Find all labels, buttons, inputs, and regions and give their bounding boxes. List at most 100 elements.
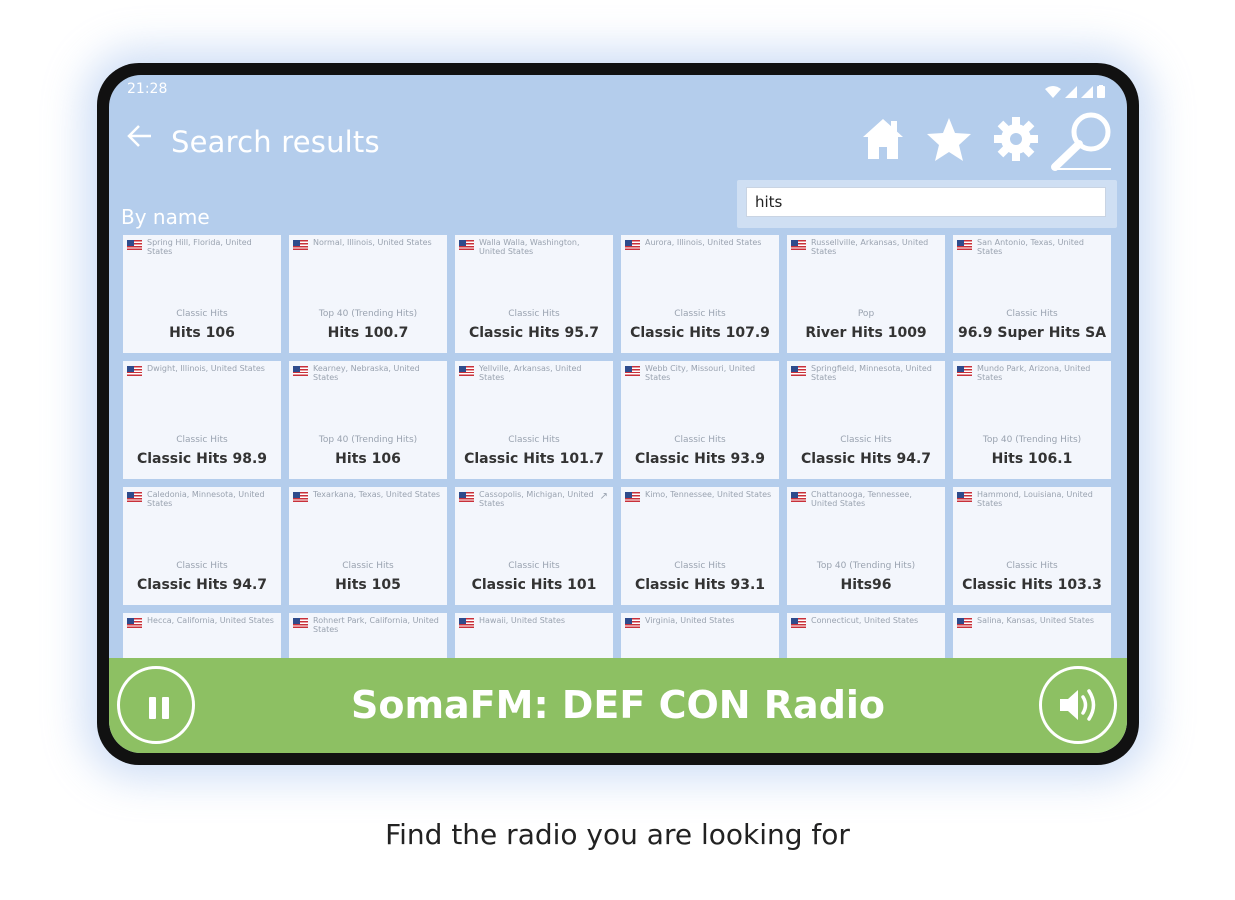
station-name: Classic Hits 101 <box>471 577 597 593</box>
station-location: Rohnert Park, California, United States <box>313 616 439 634</box>
star-icon[interactable] <box>924 115 974 167</box>
station-card[interactable]: Yellville, Arkansas, United States Classi… <box>455 361 613 479</box>
stations-grid: Spring Hill, Florida, United States Class… <box>123 235 1113 668</box>
station-location: Spring Hill, Florida, United States <box>147 238 252 256</box>
app-bar: Search results <box>109 105 1127 175</box>
home-icon[interactable] <box>861 115 905 167</box>
us-flag-icon <box>459 618 474 628</box>
us-flag-icon <box>459 366 474 376</box>
station-card[interactable]: Aurora, Illinois, United States Classic H… <box>621 235 779 353</box>
station-location: Russellville, Arkansas, United States <box>811 238 929 256</box>
us-flag-icon <box>791 618 806 628</box>
station-genre: Classic Hits <box>674 309 726 319</box>
station-name: Classic Hits 94.7 <box>800 451 932 467</box>
station-card[interactable]: Cassopolis, Michigan, United States Class… <box>455 487 613 605</box>
station-location: Webb City, Missouri, United States <box>645 364 756 382</box>
station-name: Hits 100.7 <box>327 325 409 341</box>
us-flag-icon <box>625 240 640 250</box>
station-genre: Classic Hits <box>840 435 892 445</box>
station-location: Normal, Illinois, United States <box>313 238 432 247</box>
status-icons <box>1045 83 1105 102</box>
us-flag-icon <box>127 240 142 250</box>
us-flag-icon <box>957 618 972 628</box>
station-name: Classic Hits 101.7 <box>464 451 604 467</box>
station-name: Hits 106 <box>335 451 401 467</box>
us-flag-icon <box>957 492 972 502</box>
station-name: Classic Hits 107.9 <box>630 325 770 341</box>
player-bar: SomaFM: DEF CON Radio <box>109 658 1127 753</box>
wifi-icon <box>1045 83 1061 102</box>
station-location: Dwight, Illinois, United States <box>147 364 265 373</box>
station-genre: Classic Hits <box>176 309 228 319</box>
section-label: By name <box>121 205 210 229</box>
station-genre: Classic Hits <box>508 435 560 445</box>
station-card[interactable]: Chattanooga, Tennessee, United States Top… <box>787 487 945 605</box>
signal-icon-2 <box>1081 83 1093 102</box>
station-genre: Classic Hits <box>176 561 228 571</box>
station-name: Hits 106.1 <box>991 451 1073 467</box>
station-location: Salina, Kansas, United States <box>977 616 1095 625</box>
station-genre: Pop <box>857 309 875 319</box>
station-name: Classic Hits 98.9 <box>136 451 268 467</box>
station-location: San Antonio, Texas, United States <box>977 238 1084 256</box>
link-icon: ↗ <box>599 491 608 502</box>
station-card[interactable]: Kearney, Nebraska, United States Top 40 (… <box>289 361 447 479</box>
station-card[interactable]: Spring Hill, Florida, United States Class… <box>123 235 281 353</box>
us-flag-icon <box>293 618 308 628</box>
volume-icon[interactable] <box>1039 666 1117 744</box>
us-flag-icon <box>791 492 806 502</box>
station-name: Hits 106 <box>169 325 235 341</box>
station-location: Hecca, California, United States <box>147 616 274 625</box>
station-name: River Hits 1009 <box>805 325 927 341</box>
station-card[interactable]: Walla Walla, Washington, United States Cl… <box>455 235 613 353</box>
station-location: Aurora, Illinois, United States <box>645 238 762 247</box>
page-title: Search results <box>171 125 380 159</box>
us-flag-icon <box>127 366 142 376</box>
station-card[interactable]: Webb City, Missouri, United States Classi… <box>621 361 779 479</box>
station-location: Connecticut, United States <box>811 616 919 625</box>
station-genre: Top 40 (Trending Hits) <box>982 435 1082 445</box>
us-flag-icon <box>625 618 640 628</box>
gear-icon[interactable] <box>992 115 1040 167</box>
station-card[interactable]: Hammond, Louisiana, United States Classic… <box>953 487 1111 605</box>
station-name: Classic Hits 93.1 <box>634 577 766 593</box>
us-flag-icon <box>293 492 308 502</box>
status-time: 21:28 <box>127 81 168 97</box>
station-card[interactable]: Russellville, Arkansas, United States Pop… <box>787 235 945 353</box>
search-input[interactable] <box>746 187 1106 217</box>
station-genre: Classic Hits <box>674 561 726 571</box>
signal-icon <box>1065 83 1077 102</box>
station-card[interactable]: Mundo Park, Arizona, United States Top 40… <box>953 361 1111 479</box>
us-flag-icon <box>625 366 640 376</box>
station-genre: Classic Hits <box>508 561 560 571</box>
station-card[interactable]: Texarkana, Texas, United States Classic H… <box>289 487 447 605</box>
station-card[interactable]: Dwight, Illinois, United States Classic H… <box>123 361 281 479</box>
search-icon[interactable] <box>1049 109 1117 177</box>
us-flag-icon <box>957 240 972 250</box>
station-card[interactable]: Caledonia, Minnesota, United States Class… <box>123 487 281 605</box>
station-genre: Classic Hits <box>1006 561 1058 571</box>
station-card[interactable]: Kimo, Tennessee, United States Classic Hi… <box>621 487 779 605</box>
station-location: Hawaii, United States <box>479 616 566 625</box>
station-location: Yellville, Arkansas, United States <box>479 364 582 382</box>
us-flag-icon <box>791 366 806 376</box>
us-flag-icon <box>459 492 474 502</box>
battery-icon <box>1097 83 1105 102</box>
us-flag-icon <box>127 618 142 628</box>
station-location: Chattanooga, Tennessee, United States <box>811 490 912 508</box>
station-name: Hits96 <box>840 577 892 593</box>
station-card[interactable]: Normal, Illinois, United States Top 40 (T… <box>289 235 447 353</box>
now-playing-title: SomaFM: DEF CON Radio <box>350 683 886 727</box>
station-name: Classic Hits 103.3 <box>962 577 1102 593</box>
station-genre: Classic Hits <box>176 435 228 445</box>
station-card[interactable]: San Antonio, Texas, United States Classic… <box>953 235 1111 353</box>
station-name: Classic Hits 93.9 <box>634 451 766 467</box>
station-name: Hits 105 <box>335 577 401 593</box>
station-card[interactable]: Springfield, Minnesota, United States Cla… <box>787 361 945 479</box>
arrow-left-icon[interactable] <box>123 121 157 155</box>
station-genre: Top 40 (Trending Hits) <box>816 561 916 571</box>
station-name: 96.9 Super Hits SA <box>957 325 1107 341</box>
station-location: Texarkana, Texas, United States <box>313 490 441 499</box>
station-genre: Classic Hits <box>1006 309 1058 319</box>
station-genre: Classic Hits <box>508 309 560 319</box>
